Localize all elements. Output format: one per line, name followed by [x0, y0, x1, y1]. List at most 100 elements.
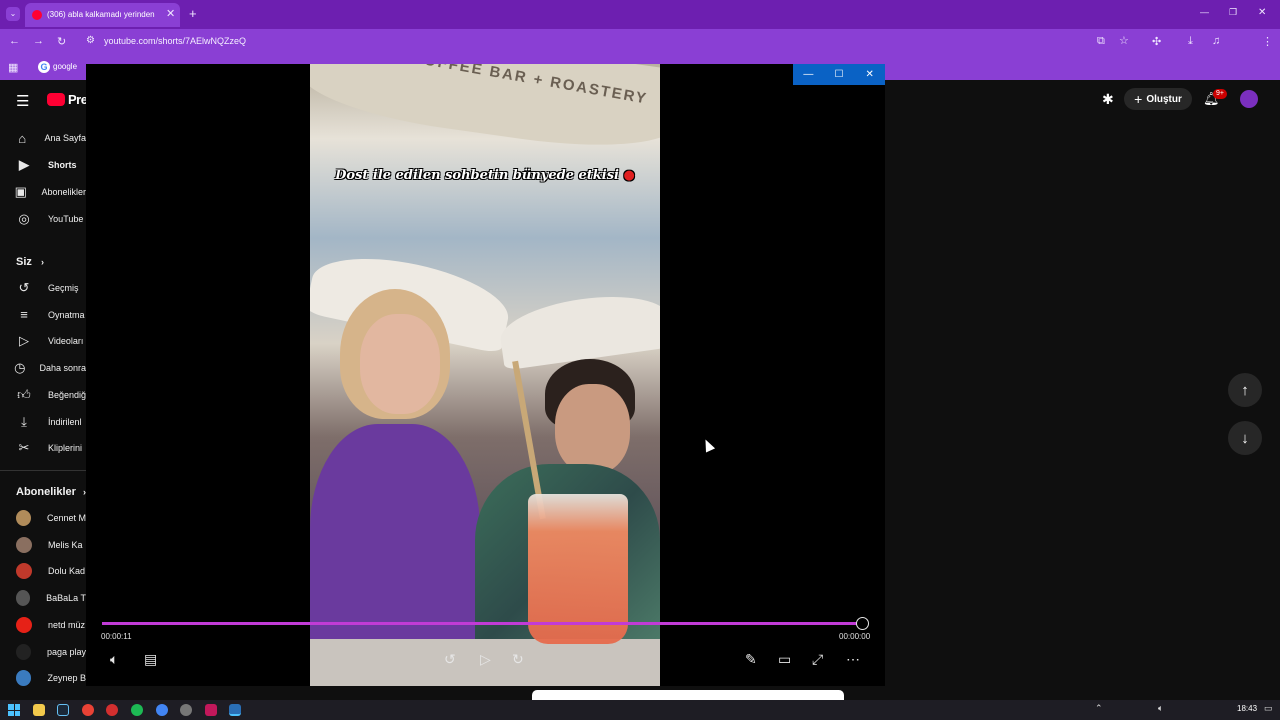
hamburger-menu-icon[interactable]: ☰	[16, 92, 29, 110]
reload-icon[interactable]: ↻	[57, 35, 66, 48]
notification-center-icon[interactable]: ▭	[1264, 703, 1273, 714]
next-short-button[interactable]: ↓	[1228, 421, 1262, 455]
create-label: Oluştur	[1146, 93, 1182, 105]
sidebar-item[interactable]: ↺ Geçmiş	[0, 275, 86, 301]
sidebar-item[interactable]: ▶ Shorts	[0, 152, 86, 178]
sidebar-item[interactable]: ▷ Videoları	[0, 328, 86, 354]
url-field[interactable]: youtube.com/shorts/7AElwNQZzeQ	[104, 36, 246, 46]
subtitles-icon[interactable]: ▤	[144, 651, 157, 668]
sidebar-item-label: Beğendiğ	[47, 389, 86, 400]
play-icon[interactable]: ▷	[480, 651, 491, 668]
file-explorer-icon[interactable]	[33, 704, 45, 716]
seek-bar-thumb[interactable]	[856, 617, 869, 630]
bookmark-star-icon[interactable]: ☆	[1119, 34, 1129, 47]
minimize-window-button[interactable]: —	[1200, 7, 1209, 17]
forward-arrow-icon[interactable]: →	[33, 35, 44, 47]
channel-avatar	[16, 536, 32, 553]
rewind-10-icon[interactable]: ↺	[444, 651, 456, 668]
you-header-label: Siz	[16, 256, 32, 268]
back-arrow-icon[interactable]: ←	[9, 35, 20, 47]
sidebar-item[interactable]: ▣ Abonelikler	[0, 179, 86, 205]
google-logo-icon: G	[38, 61, 50, 73]
background-umbrella	[496, 287, 660, 371]
sidebar-item[interactable]: ⌂ Ana Sayfa	[0, 125, 86, 151]
app-icon[interactable]	[180, 704, 192, 716]
playlist-icon: ≡	[20, 307, 28, 323]
sidebar-item[interactable]: 👍︎ Beğendiğ	[0, 382, 86, 408]
subscription-item[interactable]: Cennet M	[0, 505, 86, 531]
account-avatar[interactable]	[1240, 90, 1258, 108]
player-close-button[interactable]: ✕	[854, 64, 885, 85]
subscription-item[interactable]: Dolu Kad	[0, 558, 86, 584]
channel-avatar	[16, 643, 31, 660]
sidebar-subs-header[interactable]: Abonelikler ›	[16, 486, 86, 498]
subscription-item[interactable]: Melis Ka	[0, 532, 86, 558]
plus-icon: +	[1134, 91, 1143, 107]
start-menu-icon[interactable]	[8, 704, 20, 716]
new-tab-button[interactable]: +	[189, 6, 197, 21]
sidebar-item-label: BaBaLa T	[46, 593, 86, 604]
tab-search-button[interactable]: ⌄	[6, 7, 20, 21]
steam-icon[interactable]	[57, 704, 69, 716]
mail-app-icon[interactable]	[205, 704, 217, 716]
sidebar-you-header[interactable]: Siz ›	[16, 256, 44, 268]
tray-chevron-up-icon[interactable]: ⌃	[1095, 703, 1103, 714]
studio-gear-icon[interactable]: ✱	[1102, 91, 1114, 108]
mini-player-icon[interactable]: ▭	[778, 651, 791, 668]
subscription-item[interactable]: BaBaLa T	[0, 585, 86, 611]
close-window-button[interactable]: ✕	[1258, 7, 1266, 18]
media-player-taskbar-icon[interactable]	[229, 704, 241, 716]
install-app-icon[interactable]: ⧉	[1097, 35, 1105, 48]
player-maximize-button[interactable]: ☐	[824, 64, 855, 85]
media-controls-icon[interactable]: ♫	[1212, 35, 1220, 47]
forward-30-icon[interactable]: ↻	[512, 651, 524, 668]
subscription-item[interactable]: paga play	[0, 639, 86, 665]
like-icon: 👍︎	[17, 386, 31, 402]
close-tab-icon[interactable]: ✕	[166, 7, 175, 20]
total-time: 00:00:00	[839, 632, 871, 641]
volume-icon[interactable]: 🔈︎	[110, 651, 118, 668]
sidebar-item-label: Ana Sayfa	[44, 133, 86, 143]
seek-bar-fill	[102, 622, 862, 625]
volume-tray-icon[interactable]: 🔈︎	[1158, 703, 1163, 714]
extensions-icon[interactable]: ✣	[1152, 35, 1161, 48]
sidebar-item[interactable]: ≡ Oynatma	[0, 302, 86, 328]
video-frame[interactable]: COFFEE BAR + ROASTERY Dost ile edilen so…	[310, 64, 660, 686]
seek-bar[interactable]	[102, 622, 862, 625]
video-caption: Dost ile edilen sohbetin bünyede etkisi …	[310, 168, 660, 183]
restore-window-button[interactable]: ❐	[1229, 7, 1237, 18]
edit-pencil-icon[interactable]: ✎	[745, 651, 757, 668]
shorts-icon: ▶	[19, 157, 29, 172]
taskbar-clock[interactable]: 18:43	[1237, 704, 1257, 713]
subscription-item[interactable]: netd müz	[0, 612, 86, 638]
sidebar-item[interactable]: ⤓ İndirilenl	[0, 409, 86, 435]
sidebar-item-label: Videoları	[48, 336, 84, 347]
more-options-icon[interactable]: ⋯	[846, 651, 860, 668]
apps-grid-icon[interactable]: ▦	[8, 61, 18, 74]
bookmark-google[interactable]: google	[53, 62, 77, 71]
sidebar-item[interactable]: ◷ Daha sonra	[0, 355, 86, 381]
opera-icon[interactable]	[106, 704, 118, 716]
spotify-icon[interactable]	[131, 704, 143, 716]
address-bar-row: ← → ↻ ⚙ youtube.com/shorts/7AElwNQZzeQ ⧉…	[0, 29, 1280, 78]
sidebar-item-label: paga play	[46, 646, 86, 657]
subscriptions-icon: ▣	[14, 184, 27, 199]
sidebar-item-label: Abonelikler	[41, 187, 86, 197]
downloads-icon[interactable]: ⤓	[1188, 35, 1193, 48]
browser-tab[interactable]: (306) abla kalkamadı yerinden	[25, 3, 180, 27]
browser-menu-icon[interactable]: ⋮	[1262, 35, 1273, 48]
fullscreen-icon[interactable]: ⤢	[812, 651, 823, 668]
subscription-item[interactable]: Zeynep B	[0, 665, 86, 691]
previous-short-button[interactable]: ↑	[1228, 373, 1262, 407]
create-button[interactable]: + Oluştur	[1124, 88, 1192, 110]
site-info-icon[interactable]: ⚙	[86, 35, 95, 46]
chrome-icon[interactable]	[82, 704, 94, 716]
sidebar-item-label: Daha sonra	[39, 363, 86, 374]
chrome-profile-icon[interactable]	[156, 704, 168, 716]
player-minimize-button[interactable]: —	[793, 64, 824, 85]
sidebar-item[interactable]: ✂ Kliplerini	[0, 435, 86, 461]
sidebar-item[interactable]: ◎ YouTube	[0, 206, 86, 232]
watch-later-icon: ◷	[14, 360, 26, 376]
youtube-music-icon: ◎	[18, 211, 30, 226]
youtube-logo-icon[interactable]	[47, 93, 65, 106]
